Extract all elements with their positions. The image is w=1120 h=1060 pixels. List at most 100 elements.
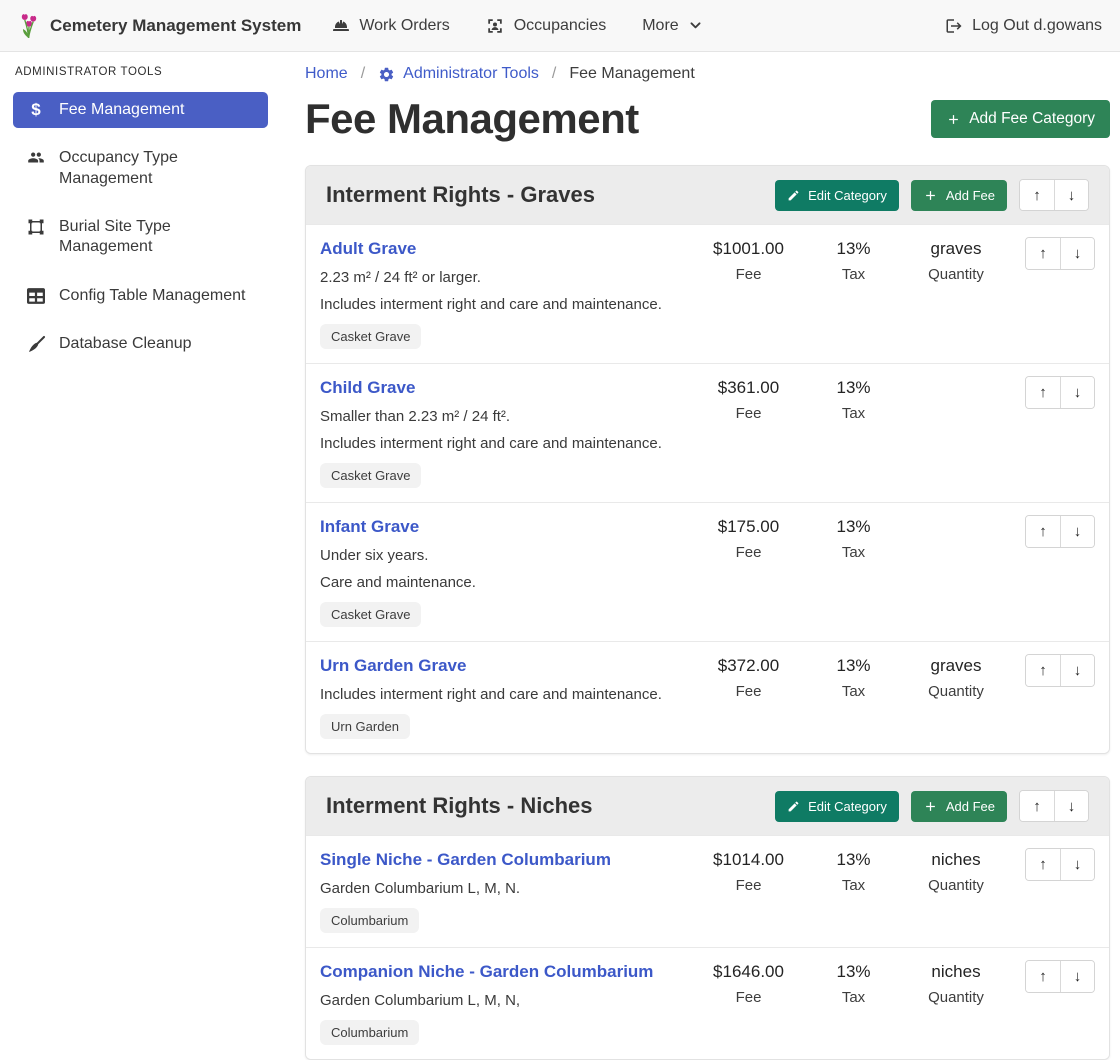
fee-quantity-value: niches bbox=[901, 962, 1011, 982]
fee-name-link[interactable]: Adult Grave bbox=[320, 239, 416, 259]
move-category-down-button[interactable]: ↓ bbox=[1054, 791, 1088, 821]
pencil-icon bbox=[787, 189, 800, 202]
table-icon bbox=[25, 287, 47, 305]
move-fee-down-button[interactable]: ↓ bbox=[1060, 655, 1094, 686]
fee-tag: Casket Grave bbox=[320, 324, 421, 349]
page-title: Fee Management bbox=[305, 95, 639, 143]
fee-descriptions: Under six years.Care and maintenance. bbox=[320, 547, 683, 591]
page-layout: ADMINISTRATOR TOOLS $ Fee Management Occ… bbox=[0, 52, 1120, 939]
hard-hat-icon bbox=[331, 18, 350, 34]
fee-name-link[interactable]: Single Niche - Garden Columbarium bbox=[320, 850, 611, 870]
move-category-up-button[interactable]: ↑ bbox=[1020, 180, 1054, 210]
fee-tax-value: 13% bbox=[806, 656, 901, 676]
fee-amount-label: Fee bbox=[691, 989, 806, 1006]
fee-descriptions: Smaller than 2.23 m² / 24 ft².Includes i… bbox=[320, 408, 683, 452]
fee-reorder-group: ↑ ↓ bbox=[1025, 376, 1095, 409]
fee-tag: Casket Grave bbox=[320, 463, 421, 488]
fee-info: Infant Grave Under six years.Care and ma… bbox=[320, 515, 691, 627]
fee-category-interment-rights-niches: Interment Rights - Niches Edit Category … bbox=[305, 776, 1110, 1060]
fee-amount-label: Fee bbox=[691, 544, 806, 561]
sidebar-item-fee-management[interactable]: $ Fee Management bbox=[13, 92, 268, 128]
fee-amount-label: Fee bbox=[691, 877, 806, 894]
edit-category-button[interactable]: Edit Category bbox=[775, 791, 899, 822]
sign-out-icon bbox=[944, 17, 963, 35]
move-fee-up-button[interactable]: ↑ bbox=[1026, 377, 1060, 408]
sidebar-item-label: Burial Site Type Management bbox=[59, 217, 256, 258]
fee-description: Includes interment right and care and ma… bbox=[320, 435, 683, 452]
fee-info: Child Grave Smaller than 2.23 m² / 24 ft… bbox=[320, 376, 691, 488]
add-fee-button[interactable]: Add Fee bbox=[911, 791, 1007, 822]
fee-name-link[interactable]: Infant Grave bbox=[320, 517, 419, 537]
breadcrumb-admin-tools-link[interactable]: Administrator Tools bbox=[378, 65, 539, 83]
category-reorder-group: ↑ ↓ bbox=[1019, 179, 1089, 211]
fee-info: Adult Grave 2.23 m² / 24 ft² or larger.I… bbox=[320, 237, 691, 349]
brand[interactable]: Cemetery Management System bbox=[18, 13, 301, 39]
object-group-icon bbox=[25, 218, 47, 236]
add-fee-category-label: Add Fee Category bbox=[969, 110, 1095, 128]
fee-name-link[interactable]: Urn Garden Grave bbox=[320, 656, 466, 676]
move-fee-down-button[interactable]: ↓ bbox=[1060, 849, 1094, 880]
sidebar-item-label: Database Cleanup bbox=[59, 334, 192, 354]
breadcrumb-home-link[interactable]: Home bbox=[305, 65, 348, 83]
nav-item-occupancies[interactable]: Occupancies bbox=[486, 17, 607, 35]
sidebar-item-database-cleanup[interactable]: Database Cleanup bbox=[13, 326, 268, 362]
move-fee-up-button[interactable]: ↑ bbox=[1026, 655, 1060, 686]
fee-descriptions: Garden Columbarium L, M, N. bbox=[320, 880, 683, 897]
category-title: Interment Rights - Niches bbox=[326, 793, 775, 819]
fee-tax-value: 13% bbox=[806, 850, 901, 870]
move-fee-down-button[interactable]: ↓ bbox=[1060, 238, 1094, 269]
fee-descriptions: Includes interment right and care and ma… bbox=[320, 686, 683, 703]
add-fee-button[interactable]: Add Fee bbox=[911, 180, 1007, 211]
fee-description: Garden Columbarium L, M, N, bbox=[320, 992, 683, 1009]
broom-icon bbox=[25, 335, 47, 354]
sidebar-item-config-table-management[interactable]: Config Table Management bbox=[13, 278, 268, 314]
fee-quantity-value: graves bbox=[901, 656, 1011, 676]
tulip-logo-icon bbox=[18, 13, 40, 39]
fee-amount-column: $372.00 Fee bbox=[691, 656, 806, 700]
fee-quantity-column: niches Quantity bbox=[901, 962, 1011, 1006]
fee-amount-value: $1646.00 bbox=[691, 962, 806, 982]
fee-amount-value: $1001.00 bbox=[691, 239, 806, 259]
edit-category-button[interactable]: Edit Category bbox=[775, 180, 899, 211]
plus-icon bbox=[946, 112, 961, 127]
fee-amount-value: $175.00 bbox=[691, 517, 806, 537]
fee-quantity-column: niches Quantity bbox=[901, 850, 1011, 894]
logout-button[interactable]: Log Out d.gowans bbox=[944, 17, 1102, 35]
nav-item-more[interactable]: More bbox=[642, 17, 702, 35]
fee-tax-value: 13% bbox=[806, 378, 901, 398]
plus-icon bbox=[923, 188, 938, 203]
fee-tag: Columbarium bbox=[320, 908, 419, 933]
move-fee-up-button[interactable]: ↑ bbox=[1026, 516, 1060, 547]
add-fee-label: Add Fee bbox=[946, 799, 995, 814]
sidebar-item-burial-site-type-management[interactable]: Burial Site Type Management bbox=[13, 209, 268, 266]
move-category-up-button[interactable]: ↑ bbox=[1020, 791, 1054, 821]
fee-tax-column: 13% Tax bbox=[806, 656, 901, 700]
sidebar-item-occupancy-type-management[interactable]: Occupancy Type Management bbox=[13, 140, 268, 197]
move-fee-down-button[interactable]: ↓ bbox=[1060, 377, 1094, 408]
fee-row: Companion Niche - Garden Columbarium Gar… bbox=[306, 947, 1109, 1059]
fee-description: Garden Columbarium L, M, N. bbox=[320, 880, 683, 897]
move-fee-up-button[interactable]: ↑ bbox=[1026, 961, 1060, 992]
fee-name-link[interactable]: Child Grave bbox=[320, 378, 415, 398]
category-header: Interment Rights - Niches Edit Category … bbox=[306, 777, 1109, 835]
move-fee-down-button[interactable]: ↓ bbox=[1060, 961, 1094, 992]
add-fee-category-button[interactable]: Add Fee Category bbox=[931, 100, 1110, 138]
move-category-down-button[interactable]: ↓ bbox=[1054, 180, 1088, 210]
move-fee-down-button[interactable]: ↓ bbox=[1060, 516, 1094, 547]
users-icon bbox=[25, 149, 47, 166]
fee-quantity-label: Quantity bbox=[901, 989, 1011, 1006]
fee-tax-column: 13% Tax bbox=[806, 517, 901, 561]
fee-row: Child Grave Smaller than 2.23 m² / 24 ft… bbox=[306, 363, 1109, 502]
sidebar-item-label: Fee Management bbox=[59, 100, 184, 120]
fee-row: Urn Garden Grave Includes interment righ… bbox=[306, 641, 1109, 753]
fee-quantity-label: Quantity bbox=[901, 683, 1011, 700]
fee-tax-value: 13% bbox=[806, 962, 901, 982]
fee-quantity-value: niches bbox=[901, 850, 1011, 870]
fee-descriptions: 2.23 m² / 24 ft² or larger.Includes inte… bbox=[320, 269, 683, 313]
nav-item-work-orders[interactable]: Work Orders bbox=[331, 17, 449, 35]
fee-row: Adult Grave 2.23 m² / 24 ft² or larger.I… bbox=[306, 224, 1109, 363]
move-fee-up-button[interactable]: ↑ bbox=[1026, 849, 1060, 880]
move-fee-up-button[interactable]: ↑ bbox=[1026, 238, 1060, 269]
fee-name-link[interactable]: Companion Niche - Garden Columbarium bbox=[320, 962, 653, 982]
fee-category-interment-rights-graves: Interment Rights - Graves Edit Category … bbox=[305, 165, 1110, 754]
